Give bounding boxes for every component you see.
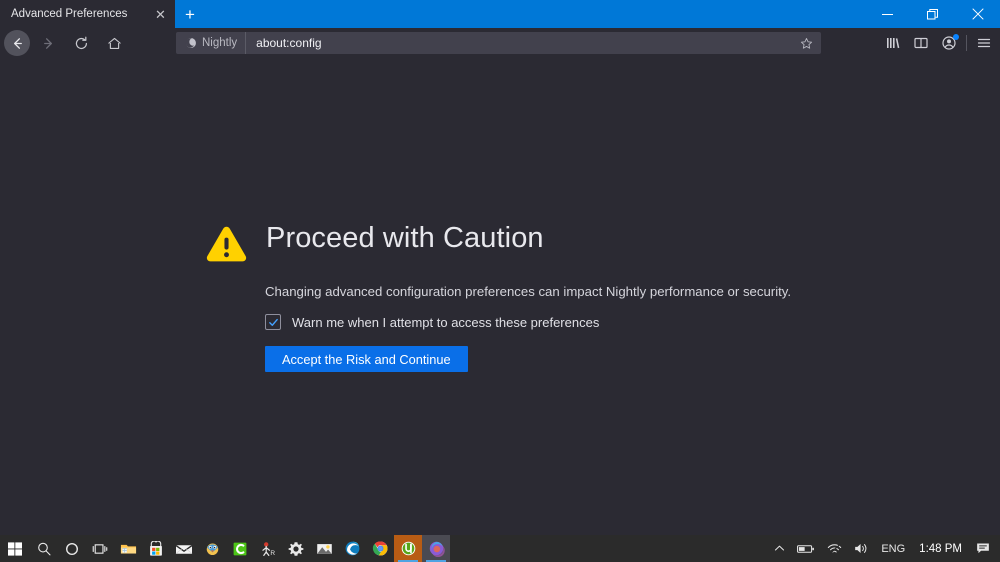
firefox-nightly-icon: [185, 38, 196, 48]
google-chrome-button[interactable]: [366, 535, 394, 562]
browser-tab[interactable]: Advanced Preferences ✕: [0, 0, 175, 28]
toolbar-actions: [879, 28, 998, 58]
identity-label: Nightly: [202, 37, 238, 49]
volume-icon[interactable]: [848, 535, 875, 562]
microsoft-store-button[interactable]: [142, 535, 170, 562]
battery-icon[interactable]: [791, 535, 821, 562]
file-explorer-button[interactable]: [114, 535, 142, 562]
library-icon[interactable]: [879, 29, 907, 57]
language-indicator[interactable]: ENG: [875, 535, 911, 562]
cortana-button[interactable]: [58, 535, 86, 562]
calibre-button[interactable]: [226, 535, 254, 562]
identity-box[interactable]: Nightly: [176, 32, 247, 54]
mail-button[interactable]: [170, 535, 198, 562]
close-button[interactable]: [955, 0, 1000, 28]
clock[interactable]: 1:48 PM: [911, 543, 970, 555]
warn-preference-checkbox[interactable]: [265, 314, 281, 330]
firefox-nightly-button[interactable]: [422, 535, 450, 562]
sidebar-icon[interactable]: [907, 29, 935, 57]
show-hidden-icons-button[interactable]: [768, 535, 791, 562]
bookmark-star-icon[interactable]: [793, 32, 819, 54]
account-icon[interactable]: [935, 29, 963, 57]
about-config-warning: Proceed with Caution Changing advanced c…: [205, 220, 825, 372]
toolbar-separator: [966, 35, 967, 51]
warn-preference-label: Warn me when I attempt to access these p…: [292, 314, 600, 330]
system-tray: ENG 1:48 PM: [768, 535, 1000, 562]
forward-button[interactable]: [33, 29, 63, 57]
url-bar[interactable]: Nightly about:config: [176, 32, 821, 54]
reload-button[interactable]: [66, 29, 96, 57]
back-button[interactable]: [4, 30, 30, 56]
title-bar: Advanced Preferences ✕ +: [0, 0, 1000, 28]
tab-close-icon[interactable]: ✕: [152, 6, 169, 23]
new-tab-button[interactable]: +: [175, 0, 205, 28]
tab-title: Advanced Preferences: [11, 8, 128, 20]
taskbar: R ENG 1:48 PM: [0, 535, 1000, 562]
browser-window: Advanced Preferences ✕ + Nightly about:c…: [0, 0, 1000, 562]
warning-header: Proceed with Caution: [205, 220, 825, 264]
microsoft-edge-button[interactable]: [338, 535, 366, 562]
thunderbird-button[interactable]: [198, 535, 226, 562]
start-button[interactable]: [0, 535, 30, 562]
url-input[interactable]: about:config: [246, 36, 793, 50]
account-badge: [953, 34, 959, 40]
warning-description: Changing advanced configuration preferen…: [265, 284, 792, 299]
page-content: Proceed with Caution Changing advanced c…: [0, 58, 1000, 535]
checkmark-icon: [268, 318, 278, 326]
window-controls: [865, 0, 1000, 28]
jdownloader-button[interactable]: R: [254, 535, 282, 562]
settings-button[interactable]: [282, 535, 310, 562]
warning-body: Changing advanced configuration preferen…: [265, 282, 825, 372]
network-icon[interactable]: [821, 535, 848, 562]
navigation-toolbar: Nightly about:config: [0, 28, 1000, 58]
task-view-button[interactable]: [86, 535, 114, 562]
search-button[interactable]: [30, 535, 58, 562]
warn-preference-row[interactable]: Warn me when I attempt to access these p…: [265, 314, 825, 330]
warning-triangle-icon: [205, 224, 248, 264]
svg-text:R: R: [270, 550, 275, 557]
restore-button[interactable]: [910, 0, 955, 28]
photos-button[interactable]: [310, 535, 338, 562]
accept-risk-button[interactable]: Accept the Risk and Continue: [265, 346, 468, 372]
utorrent-button[interactable]: [394, 535, 422, 562]
home-button[interactable]: [99, 29, 129, 57]
menu-icon[interactable]: [970, 29, 998, 57]
notifications-icon[interactable]: [970, 535, 996, 562]
minimize-button[interactable]: [865, 0, 910, 28]
page-title: Proceed with Caution: [266, 222, 544, 254]
